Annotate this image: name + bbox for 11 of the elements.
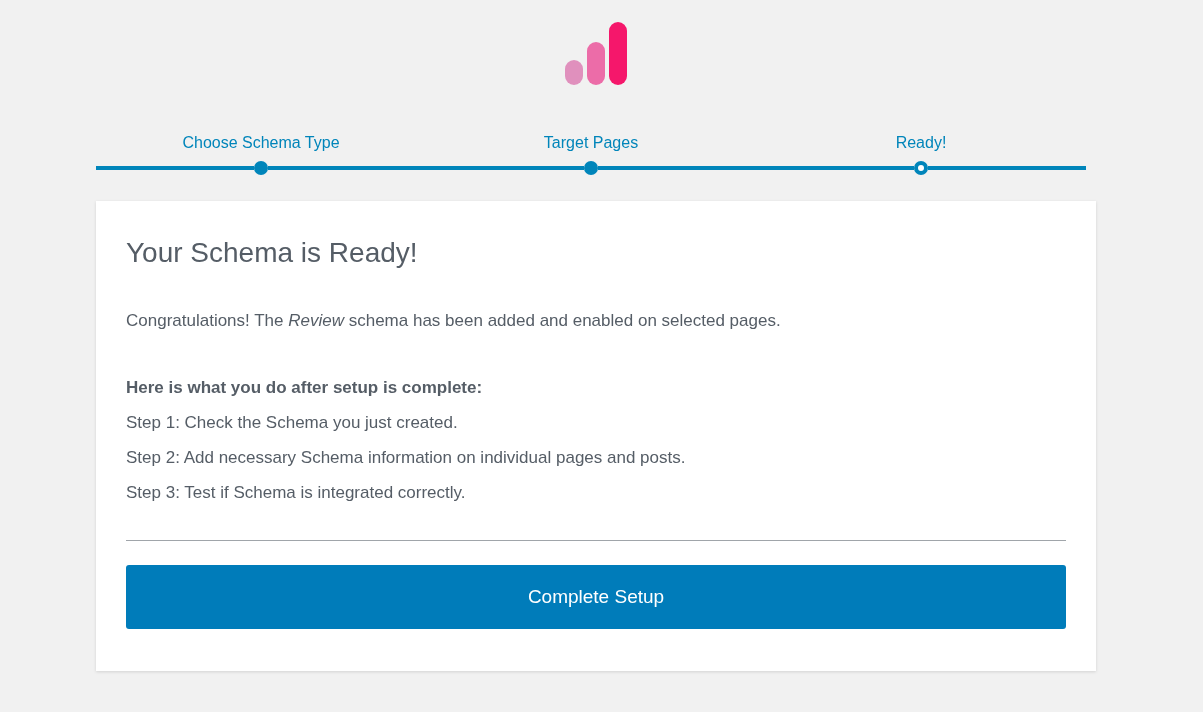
instruction-step: Step 2: Add necessary Schema information on individual pages and posts. <box>126 440 1066 475</box>
card-title: Your Schema is Ready! <box>126 236 419 270</box>
step-label: Target Pages <box>543 133 639 152</box>
success-message: Congratulations! The Review schema has been added and enabled on selected pages. <box>126 310 782 332</box>
instructions-heading: Here is what you do after setup is complete: <box>126 377 484 399</box>
step-label: Ready! <box>895 133 947 152</box>
bar-chart-logo <box>565 22 627 85</box>
step-label: Choose Schema Type <box>182 133 340 152</box>
complete-setup-button[interactable]: Complete Setup <box>126 565 1066 629</box>
instruction-step: Step 3: Test if Schema is integrated correctly. <box>126 475 1066 510</box>
instruction-step: Step 1: Check the Schema you just created. <box>126 405 1066 440</box>
